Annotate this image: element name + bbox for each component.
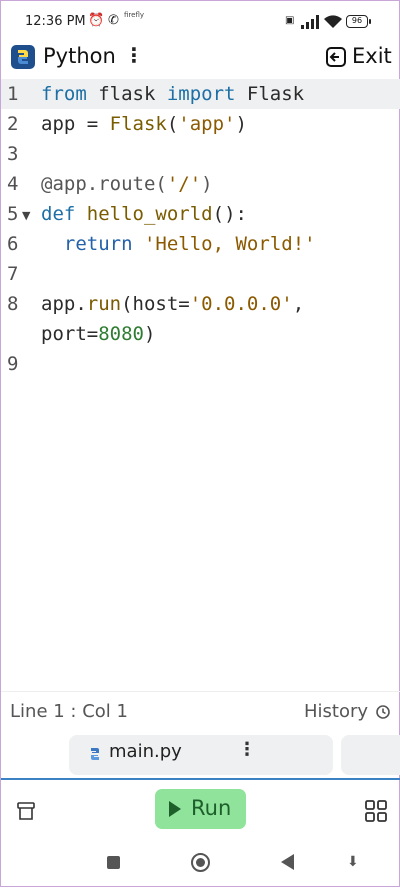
status-bar: 12:36 PM ⏰ ✆ firefly ▣ 96 (1, 1, 400, 43)
fold-toggle-icon[interactable]: ▼ (22, 209, 30, 222)
editor-status-bar: Line 1 : Col 1 History (1, 691, 400, 732)
code-line[interactable]: 7 (1, 259, 400, 289)
code-text[interactable]: app = Flask('app') (41, 113, 247, 135)
code-line[interactable]: 3 (1, 139, 400, 169)
code-text[interactable]: port=8080) (41, 323, 155, 345)
history-button[interactable]: History (304, 701, 368, 722)
code-text[interactable]: app.run(host='0.0.0.0', (41, 293, 304, 315)
files-stack-icon[interactable] (15, 800, 37, 822)
status-time: 12:36 PM (25, 14, 86, 29)
tab-label[interactable]: main.py (109, 741, 182, 762)
code-line[interactable]: 1 from flask import Flask (1, 79, 400, 109)
run-label: Run (191, 796, 232, 820)
line-number: 3 (7, 143, 19, 165)
hide-keyboard-icon[interactable]: ⬇ (347, 854, 359, 870)
code-line[interactable]: 4 @app.route('/') (1, 169, 400, 199)
wifi-icon (324, 15, 342, 28)
line-number: 6 (7, 233, 19, 255)
code-line[interactable]: 2 app = Flask('app') (1, 109, 400, 139)
signal-icon (301, 15, 319, 29)
grid-menu-icon[interactable] (364, 799, 388, 823)
play-icon (169, 801, 181, 817)
exit-button[interactable]: Exit (352, 44, 392, 68)
tab-more-icon[interactable]: ⋮ (238, 739, 256, 760)
python-logo-icon (11, 45, 35, 69)
system-nav-bar: ⬇ (1, 842, 400, 888)
code-text[interactable]: @app.route('/') (41, 173, 213, 195)
code-line[interactable]: port=8080) (1, 319, 400, 349)
battery-indicator: 96 (346, 15, 371, 28)
run-button[interactable]: Run (155, 789, 246, 829)
code-editor[interactable]: 1 from flask import Flask 2 app = Flask(… (1, 79, 400, 689)
line-number: 4 (7, 173, 19, 195)
home-icon[interactable] (191, 853, 210, 872)
code-text[interactable]: return 'Hello, World!' (41, 233, 316, 255)
line-number: 7 (7, 263, 19, 285)
recents-icon[interactable] (107, 856, 120, 869)
line-number: 5 (7, 203, 19, 225)
back-icon[interactable] (281, 854, 294, 870)
exit-icon[interactable] (324, 45, 348, 69)
code-text[interactable]: from flask import Flask (41, 83, 304, 105)
code-line[interactable]: 8 app.run(host='0.0.0.0', (1, 289, 400, 319)
alarm-clock-icon: ⏰ (88, 13, 105, 28)
line-number: 2 (7, 113, 19, 135)
tab-next[interactable] (341, 735, 400, 775)
overflow-menu-icon[interactable]: ⋮ (124, 43, 144, 67)
whatsapp-icon: ✆ (108, 13, 119, 28)
bottom-toolbar: Run (1, 780, 400, 842)
file-tabs: main.py ⋮ (1, 733, 400, 777)
line-number: 9 (7, 353, 19, 375)
status-app-label: firefly (124, 11, 144, 19)
page-title[interactable]: Python (43, 44, 116, 68)
code-line[interactable]: 6 return 'Hello, World!' (1, 229, 400, 259)
line-number: 1 (7, 83, 19, 105)
app-header: Python ⋮ Exit (1, 41, 400, 81)
volte-icon: ▣ (285, 15, 295, 26)
code-text[interactable]: def hello_world(): (41, 203, 247, 225)
line-number: 8 (7, 293, 19, 315)
code-line[interactable]: 5 ▼ def hello_world(): (1, 199, 400, 229)
python-file-icon (91, 748, 99, 760)
history-icon[interactable] (375, 704, 391, 720)
cursor-position: Line 1 : Col 1 (10, 701, 128, 722)
code-line[interactable]: 9 (1, 349, 400, 379)
